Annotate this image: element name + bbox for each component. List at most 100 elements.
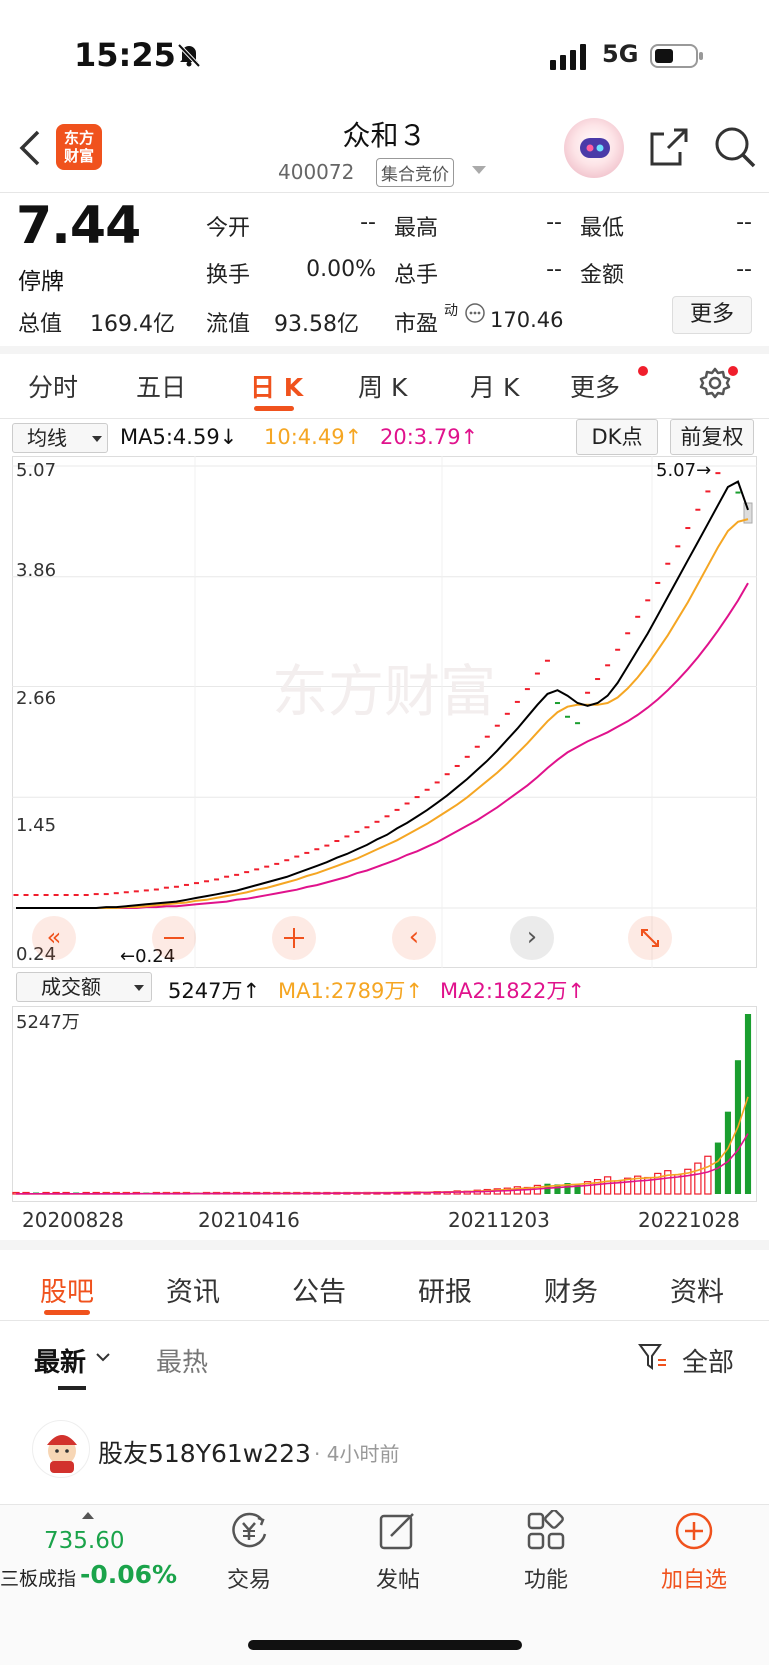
total-value: 169.4亿 [90,312,175,337]
index-value[interactable]: 735.60 [44,1528,124,1554]
x-date-2: 20210416 [198,1208,300,1232]
total-hands-value: -- [546,257,562,282]
nav-trade[interactable]: 交易 [209,1562,289,1594]
amount-label: 金额 [580,263,625,288]
y-tick-5-07: 5.07 [16,460,57,481]
tab-five-day[interactable]: 五日 [136,368,186,404]
zoom-out-far-button[interactable]: « [32,916,76,960]
lower-tabs-divider [0,1320,769,1321]
candle [13,894,19,896]
stock-code: 400072 [278,160,355,184]
tab-weekly-k[interactable]: 周 K [358,368,407,404]
x-date-4: 20221028 [638,1208,740,1232]
candle [224,875,230,878]
tab-research[interactable]: 研报 [418,1270,472,1309]
zoom-minus-button[interactable] [152,916,196,960]
tab-news[interactable]: 资讯 [166,1270,220,1309]
volume-bar [704,1155,712,1195]
candle [83,894,89,896]
sort-latest[interactable]: 最新 [34,1342,86,1379]
candle [484,735,490,738]
filter-icon[interactable] [638,1342,668,1372]
watermark-logo: 东方财富 [272,660,496,725]
stock-switch-caret-icon[interactable] [472,166,486,174]
add-watchlist-icon[interactable] [673,1510,715,1552]
index-name[interactable]: 三板成指 [0,1564,76,1591]
functions-grid-icon[interactable] [525,1510,567,1552]
open-value: -- [360,210,376,235]
candle [204,880,210,883]
pe-dynamic-marker: 动 [444,303,458,319]
tab-announcements[interactable]: 公告 [292,1270,346,1309]
nav-add-watchlist[interactable]: 加自选 [654,1562,734,1594]
candle [284,859,290,862]
candle [424,788,430,791]
forum-tab-underline [44,1310,90,1315]
compose-post-icon[interactable] [377,1510,419,1552]
filter-all[interactable]: 全部 [682,1342,734,1379]
trading-status: 停牌 [18,269,64,295]
tab-profile[interactable]: 资料 [670,1270,724,1309]
sort-hot[interactable]: 最热 [156,1342,208,1379]
user-avatar[interactable] [32,1420,90,1478]
candle [304,851,310,854]
candle [474,745,480,748]
amount-value: -- [736,257,752,282]
candle [605,664,611,667]
search-icon[interactable] [712,124,758,170]
candle [73,894,79,896]
volume-bar [694,1162,702,1195]
signal-icon [550,44,586,70]
index-change[interactable]: -0.06% [80,1560,177,1589]
scroll-right-button[interactable]: › [510,916,554,960]
candle [53,894,59,896]
candle [494,724,500,727]
dk-point-button[interactable]: DK点 [576,419,658,455]
tab-intraday[interactable]: 分时 [28,368,78,404]
tab-forum[interactable]: 股吧 [40,1270,94,1309]
chevron-down-icon [96,1353,110,1362]
nav-functions[interactable]: 功能 [506,1562,586,1594]
index-expand-caret-icon[interactable] [82,1512,94,1519]
candle [464,755,470,758]
candle [274,862,280,865]
candle [554,702,560,705]
info-dots-icon[interactable] [464,302,486,324]
candle [514,700,520,703]
k-line-chart[interactable]: 东方财富 [12,456,757,968]
candle [414,796,420,799]
pe-label: 市盈 [394,312,439,337]
ma10-value: 10:4.49↑ [264,425,363,449]
candle [695,508,701,511]
candle [354,830,360,833]
volume-bar [624,1177,632,1195]
volume-chart[interactable] [12,1006,757,1202]
y-tick-2-66: 2.66 [16,688,57,709]
candle [294,855,300,858]
nav-post[interactable]: 发帖 [358,1562,438,1594]
auction-badge: 集合竞价 [376,158,454,187]
high-value: -- [546,210,562,235]
more-quote-button[interactable]: 更多 [672,296,752,334]
tab-daily-k[interactable]: 日 K [250,368,303,404]
candle [384,815,390,818]
total-value-label: 总值 [18,312,63,337]
candle [33,894,39,896]
trade-yen-icon[interactable] [228,1510,270,1552]
scroll-left-button[interactable]: ‹ [392,916,436,960]
candle [585,691,591,694]
tab-more[interactable]: 更多 [570,368,620,404]
tab-finance[interactable]: 财务 [544,1270,598,1309]
assistant-face-icon [580,138,610,158]
fullscreen-icon[interactable] [628,916,672,960]
candle [595,678,601,681]
forward-adjust-button[interactable]: 前复权 [670,419,754,455]
tab-monthly-k[interactable]: 月 K [470,368,519,404]
post-username[interactable]: 股友518Y61w223 [98,1434,311,1470]
volume-indicator-select[interactable]: 成交额 [16,972,152,1002]
zoom-plus-button[interactable] [272,916,316,960]
candle [163,886,169,889]
settings-gear-icon[interactable] [698,366,732,400]
share-icon[interactable] [646,124,692,170]
low-label: 最低 [580,216,625,241]
